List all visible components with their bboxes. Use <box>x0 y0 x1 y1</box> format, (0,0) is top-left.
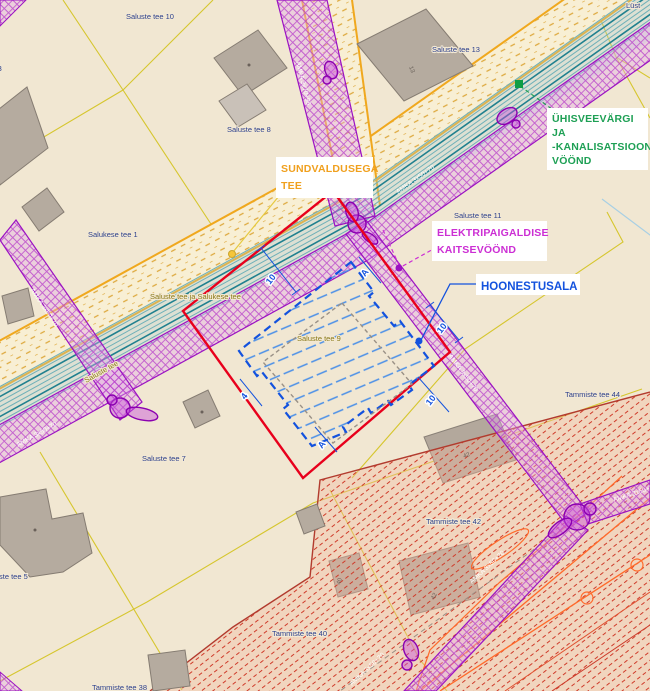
parcel-label: Salukese tee 1 <box>88 230 138 239</box>
road-name-label: Saluste tee ja Salukese tee <box>150 292 241 301</box>
annotation-text: TEE <box>281 180 302 192</box>
annotation-text: VÖÖND <box>552 154 592 167</box>
parcel-label: Tammiste tee 42 <box>426 517 481 526</box>
annotation-text: ELEKTRIPAIGALDISE <box>437 227 549 239</box>
annotation-text: SUNDVALDUSEGA <box>281 163 379 175</box>
parcel-label: Saluste tee 8 <box>227 125 271 134</box>
annotation-hoonestusala: HOONESTUSALA <box>476 274 580 295</box>
building-area-point-marker <box>416 338 423 345</box>
planning-map-canvas[interactable]: AMKA 3x70+95 AMKA 3x50+70 AMKA 3x50+70 A… <box>0 0 650 691</box>
cable-point-marker <box>396 265 403 272</box>
water-point-marker <box>515 80 523 88</box>
parcel-label: Saluste tee 10 <box>126 12 174 21</box>
parcel-label: Tammiste tee 44 <box>565 390 620 399</box>
parcel-label: Saluste tee 5 <box>0 572 28 581</box>
parcel-label: Tammiste tee 38 <box>92 683 147 691</box>
road-point-marker <box>229 251 236 258</box>
parcel-label: Saluste tee 3 <box>0 64 2 73</box>
annotation-text: KAITSEVÖÖND <box>437 243 516 256</box>
annotation-sundvaldusega-tee: SUNDVALDUSEGA TEE <box>276 157 379 198</box>
parcel-label: Saluste tee 7 <box>142 454 186 463</box>
annotation-text: JA <box>552 127 566 139</box>
annotation-uhisveevargi: ÜHISVEEVÄRGI JA -KANALISATSIOONI VÖÖND <box>547 108 650 170</box>
annotation-text: -KANALISATSIOONI <box>552 141 650 153</box>
parcel-label: Saluste tee 9 <box>297 334 341 343</box>
parcel-label: Saluste tee 11 <box>454 211 501 220</box>
parcel-label: Tammiste tee 40 <box>272 629 327 638</box>
annotation-text: HOONESTUSALA <box>481 281 577 293</box>
annotation-text: ÜHISVEEVÄRGI <box>552 112 634 125</box>
parcel-label: Saluste tee 13 <box>432 45 480 54</box>
map-svg: AMKA 3x70+95 AMKA 3x50+70 AMKA 3x50+70 A… <box>0 0 650 691</box>
annotation-elektripaigaldise: ELEKTRIPAIGALDISE KAITSEVÖÖND <box>432 221 549 261</box>
parcel-label: Lüst <box>626 1 641 10</box>
